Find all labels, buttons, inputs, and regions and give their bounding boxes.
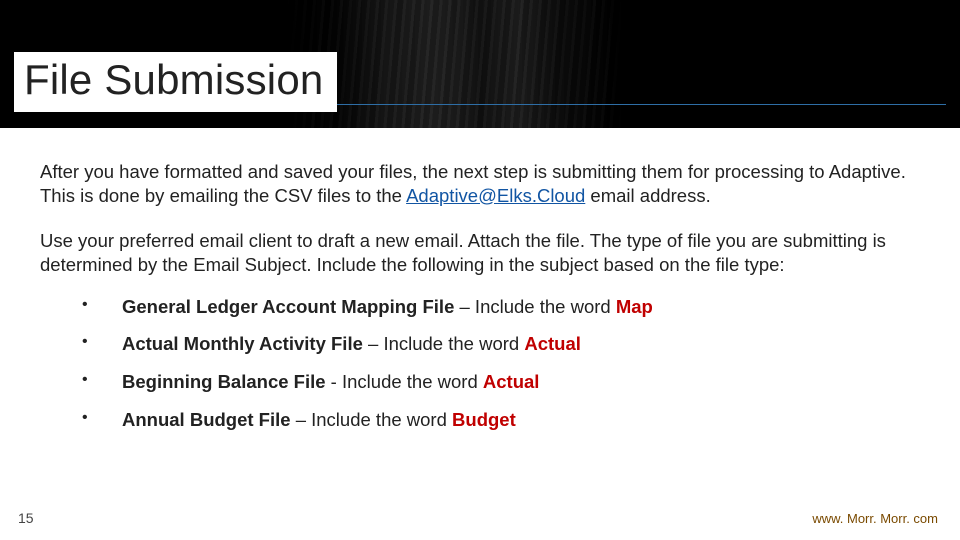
separator-text: - Include the word [326, 371, 483, 392]
intro-paragraph-2: Use your preferred email client to draft… [40, 229, 920, 276]
keyword: Map [616, 296, 653, 317]
file-type-label: Actual Monthly Activity File [122, 333, 363, 354]
list-item: Annual Budget File – Include the word Bu… [76, 408, 920, 432]
title-box: File Submission [14, 52, 337, 112]
intro-text-b: email address. [585, 185, 710, 206]
file-type-label: Beginning Balance File [122, 371, 326, 392]
content-area: After you have formatted and saved your … [40, 160, 920, 445]
separator-text: – Include the word [291, 409, 452, 430]
list-item: General Ledger Account Mapping File – In… [76, 295, 920, 319]
page-title: File Submission [24, 56, 323, 104]
list-item: Actual Monthly Activity File – Include t… [76, 332, 920, 356]
footer-url: www. Morr. Morr. com [812, 511, 938, 526]
page-number: 15 [18, 510, 34, 526]
intro-paragraph-1: After you have formatted and saved your … [40, 160, 920, 207]
keyword: Budget [452, 409, 516, 430]
keyword: Actual [524, 333, 581, 354]
keyword: Actual [483, 371, 540, 392]
slide: File Submission After you have formatted… [0, 0, 960, 540]
file-type-list: General Ledger Account Mapping File – In… [40, 295, 920, 432]
separator-text: – Include the word [454, 296, 615, 317]
file-type-label: General Ledger Account Mapping File [122, 296, 454, 317]
separator-text: – Include the word [363, 333, 524, 354]
file-type-label: Annual Budget File [122, 409, 291, 430]
list-item: Beginning Balance File - Include the wor… [76, 370, 920, 394]
email-link[interactable]: Adaptive@Elks.Cloud [406, 185, 585, 206]
